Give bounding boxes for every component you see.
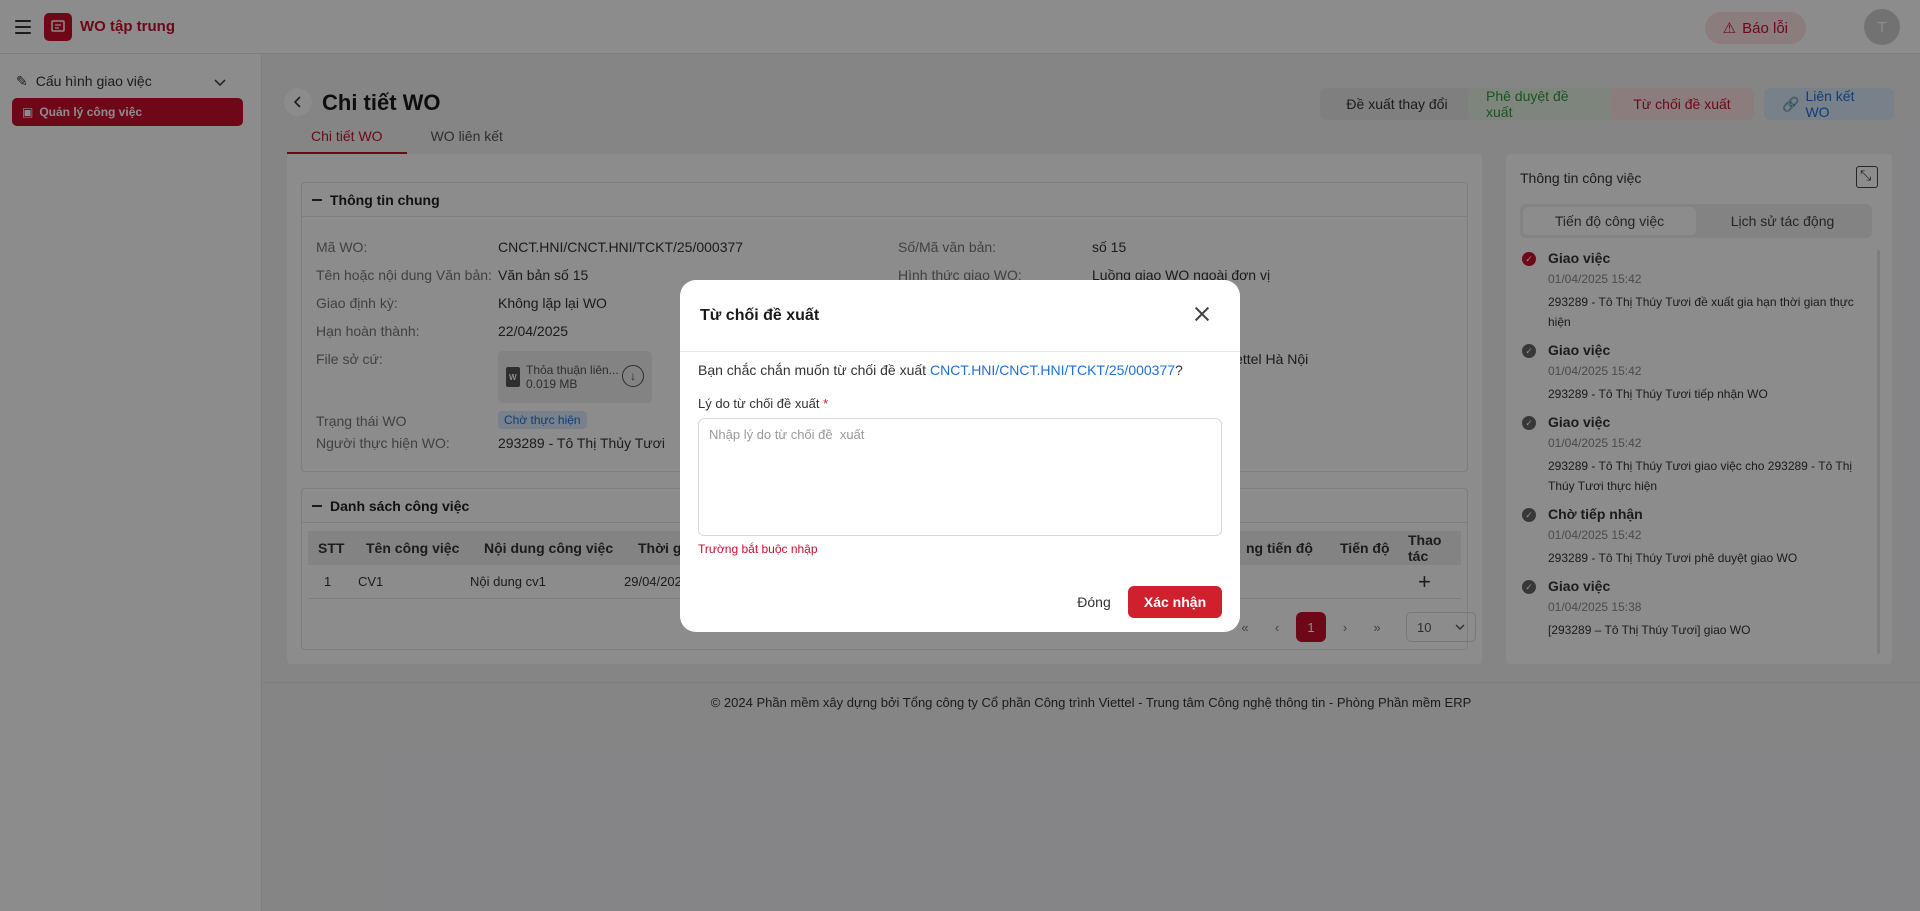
close-icon[interactable]: [1194, 306, 1210, 322]
reason-input[interactable]: [698, 418, 1222, 536]
confirm-suffix: ?: [1175, 362, 1183, 378]
required-error: Trường bắt buộc nhập: [698, 542, 818, 556]
required-mark: *: [823, 396, 829, 411]
reason-label: Lý do từ chối đề xuất *: [698, 396, 828, 411]
dialog-title: Từ chối đề xuất: [680, 280, 1240, 352]
confirm-prefix: Bạn chắc chắn muốn từ chối đề xuất: [698, 362, 930, 378]
confirm-message: Bạn chắc chắn muốn từ chối đề xuất CNCT.…: [698, 362, 1183, 378]
wo-code-link[interactable]: CNCT.HNI/CNCT.HNI/TCKT/25/000377: [930, 362, 1175, 378]
reject-proposal-dialog: Từ chối đề xuất Bạn chắc chắn muốn từ ch…: [680, 280, 1240, 632]
close-button[interactable]: Đóng: [1062, 586, 1126, 618]
reason-label-text: Lý do từ chối đề xuất: [698, 396, 820, 411]
confirm-button[interactable]: Xác nhận: [1128, 586, 1222, 618]
